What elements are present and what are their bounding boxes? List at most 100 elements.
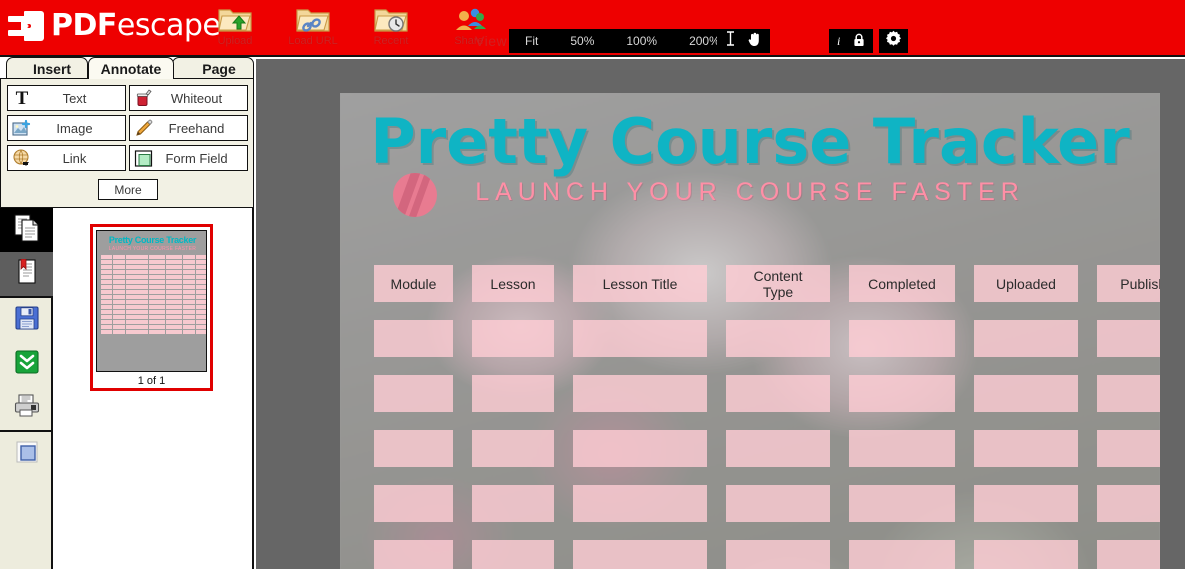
save-button[interactable]: [0, 298, 53, 342]
form-field-cell[interactable]: [472, 320, 554, 357]
form-field-cell[interactable]: [1097, 485, 1160, 522]
form-field-cell[interactable]: [374, 375, 453, 412]
whiteout-tool-label: Whiteout: [170, 90, 223, 106]
folder-upload-icon: [205, 4, 265, 34]
image-tool-button[interactable]: Image: [7, 115, 126, 141]
form-field-cell[interactable]: [573, 540, 707, 569]
upload-button[interactable]: Upload: [205, 4, 265, 47]
form-field-cell[interactable]: [472, 540, 554, 569]
form-field-cell[interactable]: [726, 485, 830, 522]
image-tool-icon: [8, 119, 36, 138]
form-field-cell[interactable]: [974, 485, 1078, 522]
form-field-cell[interactable]: [573, 320, 707, 357]
form-field-cell[interactable]: [472, 430, 554, 467]
form-field-cell[interactable]: [974, 375, 1078, 412]
freehand-tool-label: Freehand: [168, 120, 225, 136]
preview-window-button[interactable]: [0, 432, 53, 476]
column-header-lesson-title[interactable]: Lesson Title: [573, 265, 707, 302]
pdfescape-logo[interactable]: PDFescape: [8, 7, 221, 45]
freehand-tool-button[interactable]: Freehand: [129, 115, 248, 141]
header-tool-group: Upload Load URL Recent Share: [205, 4, 499, 47]
more-tools-button[interactable]: More: [98, 179, 158, 200]
sidebar-rail: [0, 208, 53, 569]
column-header-content-type[interactable]: Content Type: [726, 265, 830, 302]
column-header-module[interactable]: Module: [374, 265, 453, 302]
zoom-control-group: Fit 50% 100% 200%: [509, 29, 736, 53]
print-icon: [14, 393, 40, 423]
form-field-cell[interactable]: [374, 320, 453, 357]
form-field-cell[interactable]: [726, 540, 830, 569]
column-header-published[interactable]: Published: [1097, 265, 1160, 302]
escape-door-icon: [8, 11, 44, 41]
thumbnail-grid: [101, 255, 206, 334]
tab-insert[interactable]: Insert: [6, 57, 88, 79]
recent-button[interactable]: Recent: [361, 4, 421, 47]
gear-icon: [885, 30, 902, 52]
form-field-cell[interactable]: [1097, 540, 1160, 569]
form-field-cell[interactable]: [849, 540, 955, 569]
form-field-cell[interactable]: [849, 375, 955, 412]
form-field-cell[interactable]: [849, 485, 955, 522]
form-field-cell[interactable]: [573, 375, 707, 412]
form-field-cell[interactable]: [573, 485, 707, 522]
save-icon: [14, 305, 39, 335]
hand-pan-icon[interactable]: [747, 31, 762, 52]
info-icon[interactable]: i: [837, 34, 840, 49]
link-tool-label: Link: [62, 150, 87, 166]
form-field-cell[interactable]: [374, 540, 453, 569]
page-thumbnail-1[interactable]: Pretty Course Tracker LAUNCH YOUR COURSE…: [90, 224, 213, 391]
tab-page[interactable]: Page: [172, 57, 254, 79]
form-field-cell[interactable]: [849, 430, 955, 467]
download-button[interactable]: [0, 342, 53, 386]
text-tool-icon: T: [15, 87, 29, 109]
pages-panel-button[interactable]: [0, 208, 53, 252]
load-url-label: Load URL: [288, 35, 338, 47]
print-button[interactable]: [0, 386, 53, 430]
form-field-cell[interactable]: [974, 320, 1078, 357]
form-field-cell[interactable]: [472, 375, 554, 412]
form-field-cell[interactable]: [1097, 320, 1160, 357]
form-field-cell[interactable]: [1097, 430, 1160, 467]
tool-grid: T Text Whiteout Image Freehand Link Form…: [7, 85, 248, 171]
form-field-cell[interactable]: [726, 375, 830, 412]
column-header-completed[interactable]: Completed: [849, 265, 955, 302]
thumbnail-pane: Pretty Course Tracker LAUNCH YOUR COURSE…: [55, 208, 254, 569]
share-people-icon: [439, 4, 499, 34]
form-field-tool-button[interactable]: Form Field: [129, 145, 248, 171]
upload-label: Upload: [217, 35, 253, 47]
pages-panel-icon: [13, 213, 40, 247]
form-field-cell[interactable]: [472, 485, 554, 522]
text-tool-button[interactable]: T Text: [7, 85, 126, 111]
logo-wordmark: PDFescape: [51, 11, 221, 41]
form-field-cell[interactable]: [374, 430, 453, 467]
image-tool-label: Image: [56, 120, 93, 136]
form-field-cell[interactable]: [374, 485, 453, 522]
whiteout-tool-button[interactable]: Whiteout: [129, 85, 248, 111]
form-field-tool-label: Form Field: [165, 150, 228, 166]
zoom-100-button[interactable]: 100%: [610, 29, 673, 53]
bookmarks-panel-button[interactable]: [0, 252, 53, 296]
load-url-button[interactable]: Load URL: [283, 4, 343, 47]
column-header-lesson[interactable]: Lesson: [472, 265, 554, 302]
column-header-uploaded[interactable]: Uploaded: [974, 265, 1078, 302]
link-tool-button[interactable]: Link: [7, 145, 126, 171]
document-viewer[interactable]: Pretty Course Tracker LAUNCH YOUR COURSE…: [256, 59, 1185, 569]
tab-annotate[interactable]: Annotate: [88, 57, 174, 79]
thumbnail-preview: Pretty Course Tracker LAUNCH YOUR COURSE…: [96, 230, 207, 372]
text-select-icon[interactable]: [725, 31, 736, 51]
form-field-cell[interactable]: [849, 320, 955, 357]
zoom-50-button[interactable]: 50%: [554, 29, 610, 53]
thumbnail-caption: 1 of 1: [137, 375, 166, 387]
settings-button[interactable]: [879, 29, 908, 53]
form-field-cell[interactable]: [974, 540, 1078, 569]
lock-icon[interactable]: [853, 33, 865, 50]
form-field-cell[interactable]: [726, 320, 830, 357]
form-field-cell[interactable]: [974, 430, 1078, 467]
pdfescape-app: PDFescape Upload Load URL Recent Share V…: [0, 0, 1185, 569]
download-icon: [14, 349, 39, 379]
zoom-fit-button[interactable]: Fit: [509, 29, 554, 53]
thumbnail-subtitle: LAUNCH YOUR COURSE FASTER: [108, 246, 197, 252]
form-field-cell[interactable]: [726, 430, 830, 467]
form-field-cell[interactable]: [573, 430, 707, 467]
form-field-cell[interactable]: [1097, 375, 1160, 412]
